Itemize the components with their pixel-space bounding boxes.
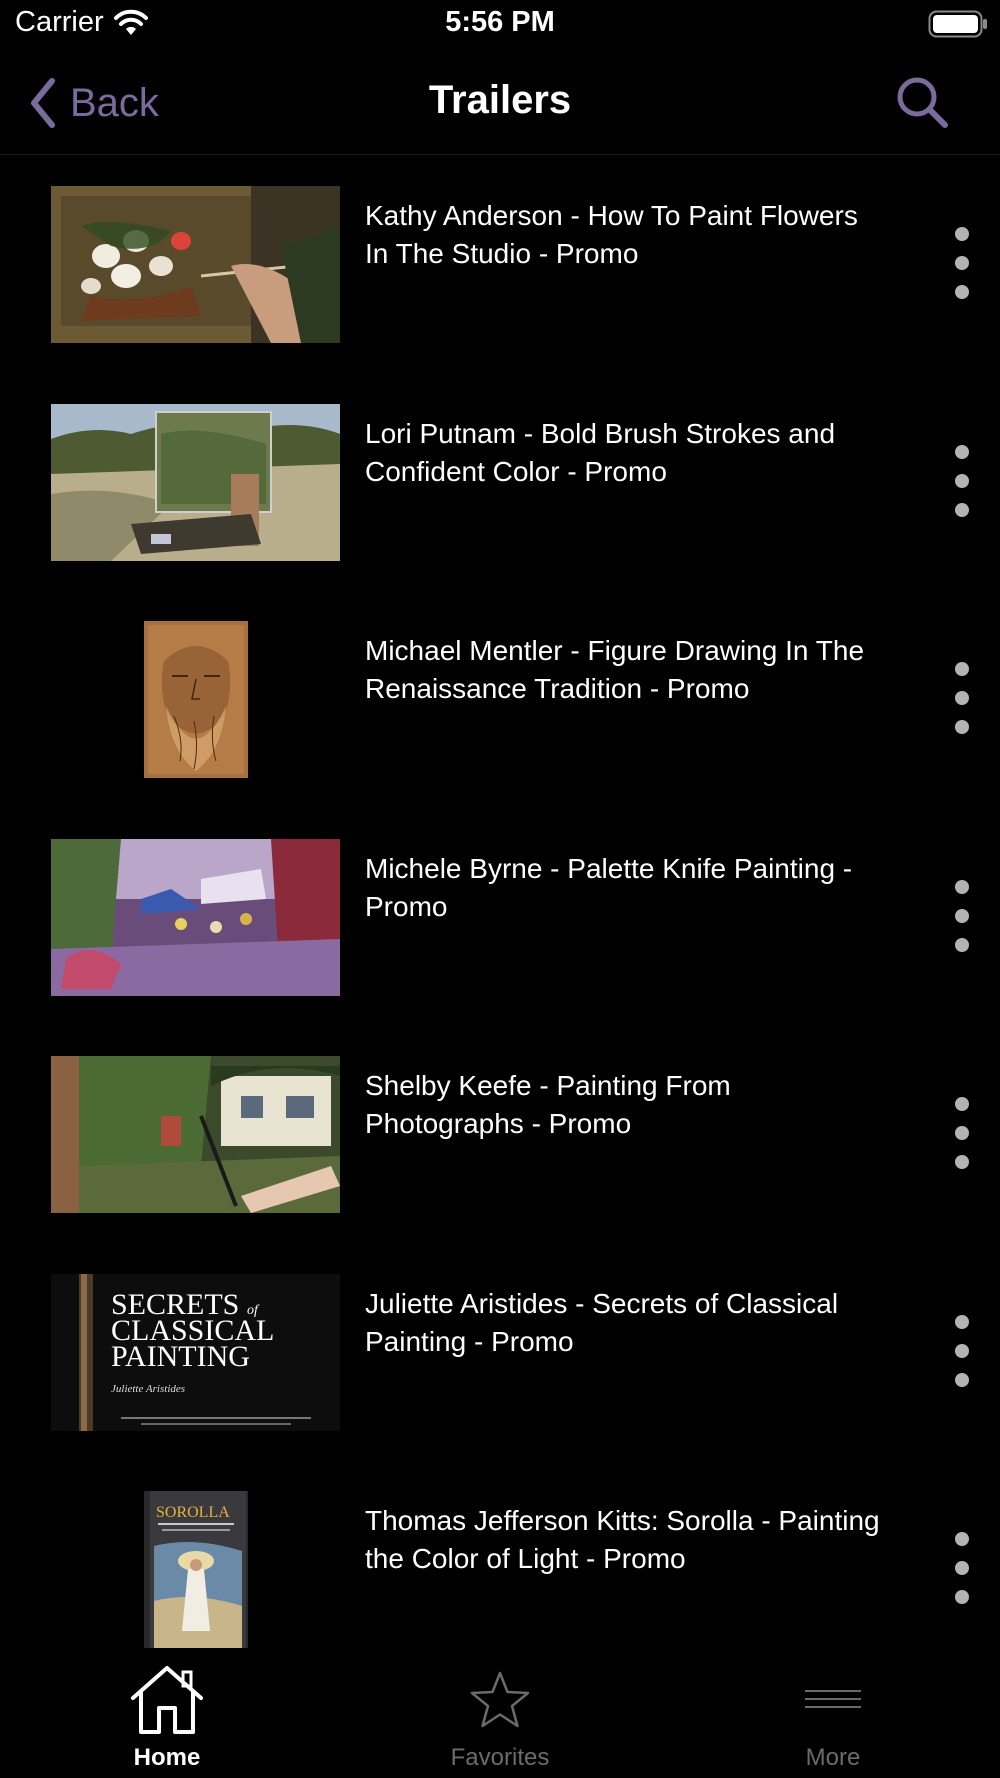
more-options-button[interactable] [944, 662, 980, 734]
ellipsis-icon [955, 256, 969, 270]
trailer-title: Michele Byrne - Palette Knife Painting -… [365, 852, 853, 922]
ellipsis-icon [955, 444, 969, 459]
ellipsis-icon [955, 473, 969, 488]
ellipsis-icon [955, 502, 969, 517]
search-button[interactable] [894, 74, 950, 130]
trailer-thumbnail [51, 186, 340, 343]
trailer-thumbnail [51, 838, 340, 996]
ellipsis-icon [955, 908, 969, 923]
ellipsis-icon [955, 285, 969, 299]
trailer-title: Kathy Anderson - How To Paint Flowers In… [365, 200, 858, 269]
ellipsis-icon [955, 1097, 969, 1111]
tab-bar: Home Favorites More [0, 1654, 1000, 1778]
ellipsis-icon [955, 1532, 969, 1546]
battery-icon [928, 10, 988, 38]
ellipsis-icon [955, 691, 969, 705]
home-icon [0, 1660, 334, 1740]
status-time: 5:56 PM [445, 6, 555, 38]
trailer-title: Michael Mentler - Figure Drawing In The … [365, 635, 865, 704]
trailer-title: Lori Putnam - Bold Brush Strokes and Con… [365, 417, 836, 487]
tab-home[interactable]: Home [0, 1654, 334, 1778]
thumbnail-text: Juliette Aristides [111, 1383, 185, 1395]
ellipsis-icon [955, 227, 969, 241]
ellipsis-icon [955, 1372, 969, 1387]
thumbnail-container: SECRETS of CLASSICAL PAINTING Juliette A… [51, 1273, 340, 1431]
ellipsis-icon [955, 1314, 969, 1329]
trailer-row[interactable]: Lori Putnam - Bold Brush Strokes and Con… [0, 373, 1000, 591]
trailer-title: Shelby Keefe - Painting From Photographs… [365, 1070, 731, 1139]
trailer-thumbnail: SOROLLA [143, 1491, 248, 1648]
ellipsis-icon [955, 879, 969, 894]
ellipsis-icon [955, 1561, 969, 1575]
thumbnail-text: SOROLLA [156, 1504, 230, 1521]
trailer-thumbnail [51, 403, 340, 561]
ellipsis-icon [955, 1155, 969, 1169]
trailer-list: Kathy Anderson - How To Paint Flowers In… [0, 155, 1000, 1655]
thumbnail-container [51, 621, 340, 778]
thumbnail-container [51, 403, 340, 561]
more-options-button[interactable] [944, 1314, 980, 1387]
thumbnail-text: PAINTING [111, 1340, 250, 1373]
tab-favorites[interactable]: Favorites [333, 1654, 667, 1778]
trailer-title: Thomas Jefferson Kitts: Sorolla - Painti… [365, 1505, 880, 1574]
ellipsis-icon [955, 1126, 969, 1140]
trailer-row[interactable]: Michael Mentler - Figure Drawing In The … [0, 590, 1000, 808]
more-options-button[interactable] [944, 227, 980, 299]
ellipsis-icon [955, 1590, 969, 1604]
thumbnail-container [51, 186, 340, 343]
trailer-row[interactable]: Kathy Anderson - How To Paint Flowers In… [0, 155, 1000, 373]
more-options-button[interactable] [944, 1532, 980, 1604]
star-icon [333, 1660, 667, 1740]
more-options-button[interactable] [944, 1097, 980, 1169]
trailer-row[interactable]: SOROLLA Thomas Jefferson Kitts: Sorolla … [0, 1460, 1000, 1655]
more-options-button[interactable] [944, 444, 980, 517]
tab-label: Home [133, 1744, 201, 1771]
trailer-thumbnail: SECRETS of CLASSICAL PAINTING Juliette A… [51, 1273, 340, 1431]
thumbnail-container [51, 1056, 340, 1213]
tab-label: More [805, 1744, 861, 1771]
tab-more[interactable]: More [666, 1654, 1000, 1778]
trailer-row[interactable]: SECRETS of CLASSICAL PAINTING Juliette A… [0, 1243, 1000, 1461]
status-bar: Carrier 5:56 PM [0, 0, 1000, 52]
ellipsis-icon [955, 937, 969, 952]
page-title: Trailers [428, 78, 572, 122]
trailer-thumbnail [51, 1056, 340, 1213]
trailer-row[interactable]: Shelby Keefe - Painting From Photographs… [0, 1025, 1000, 1243]
thumbnail-container [51, 838, 340, 996]
tab-label: Favorites [450, 1744, 550, 1771]
thumbnail-container: SOROLLA [51, 1491, 340, 1648]
search-icon [894, 77, 950, 134]
ellipsis-icon [955, 1343, 969, 1358]
trailer-thumbnail [143, 621, 248, 778]
more-options-button[interactable] [944, 879, 980, 952]
menu-lines-icon [666, 1660, 1000, 1740]
ellipsis-icon [955, 720, 969, 734]
trailer-title: Juliette Aristides - Secrets of Classica… [365, 1287, 839, 1357]
trailer-row[interactable]: Michele Byrne - Palette Knife Painting -… [0, 808, 1000, 1026]
navigation-bar: Back Trailers [0, 52, 1000, 155]
ellipsis-icon [955, 662, 969, 676]
